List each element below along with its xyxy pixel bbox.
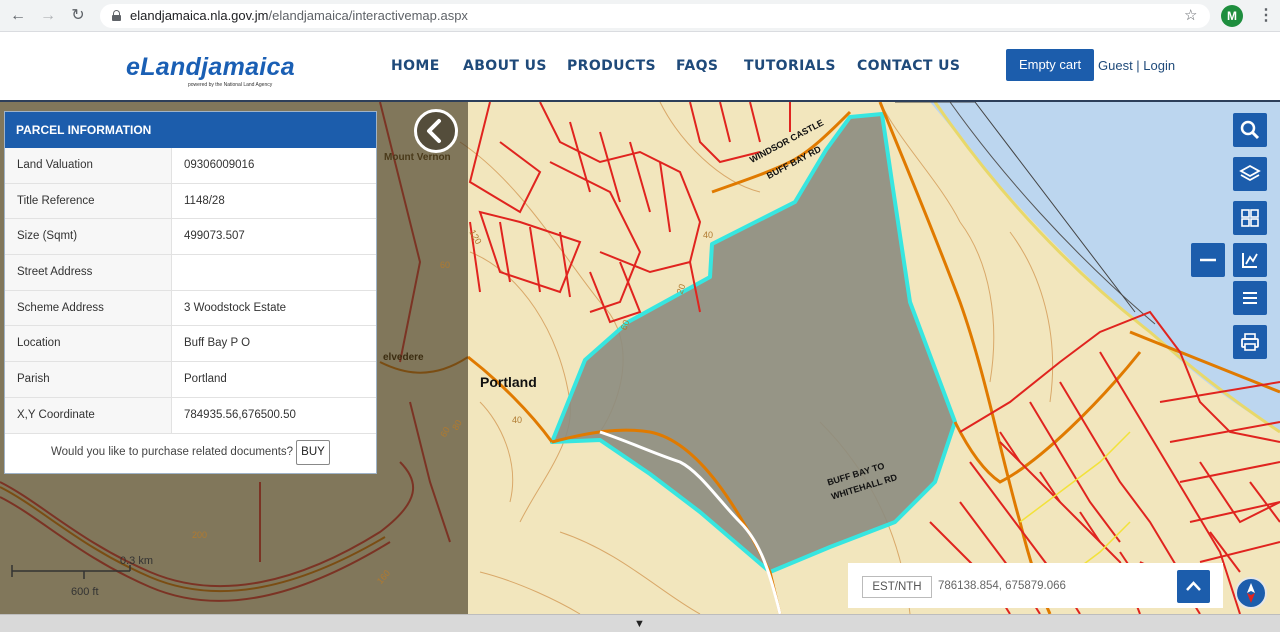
parcel-row: Scheme Address 3 Woodstock Estate [5, 290, 376, 327]
basemap-button[interactable] [1233, 201, 1267, 235]
lock-icon [112, 10, 121, 21]
layers-icon [1239, 164, 1261, 182]
nav-faqs[interactable]: FAQS [676, 58, 718, 74]
interactive-map[interactable]: Portland elvedere Mount Vernon WINDSOR C… [0, 102, 1280, 614]
print-icon [1241, 333, 1259, 351]
address-bar[interactable]: elandjamaica.nla.gov.jm/elandjamaica/int… [100, 4, 1210, 28]
contour-label-40a: 40 [703, 230, 714, 240]
list-button[interactable] [1233, 281, 1267, 315]
collapse-panel-button[interactable] [414, 109, 458, 153]
chevron-down-icon[interactable]: ▼ [634, 618, 645, 630]
measure-icon [1242, 253, 1258, 268]
browser-menu-icon[interactable]: ⋮ [1258, 5, 1274, 25]
parcel-row: Title Reference 1148/28 [5, 183, 376, 220]
parcel-row: Location Buff Bay P O [5, 326, 376, 363]
url-text: elandjamaica.nla.gov.jm/elandjamaica/int… [130, 8, 468, 23]
empty-cart-button[interactable]: Empty cart [1006, 49, 1094, 81]
contour-label-60a: 60 [440, 260, 451, 270]
map-label-portland: Portland [480, 374, 537, 390]
measure-button[interactable] [1233, 243, 1267, 277]
contour-label-200: 200 [192, 530, 208, 540]
bookmark-star-icon[interactable]: ☆ [1184, 6, 1197, 24]
compass-icon [1247, 583, 1255, 603]
parcel-row: Size (Sqmt) 499073.507 [5, 219, 376, 256]
expand-coordinates-button[interactable] [1177, 570, 1210, 603]
parcel-panel-title: PARCEL INFORMATION [5, 112, 376, 148]
purchase-question: Would you like to purchase related docum… [51, 446, 294, 458]
map-scale-bar: 0.3 km 600 ft [10, 555, 170, 598]
parcel-row: Land Valuation 09306009016 [5, 148, 376, 184]
nav-home[interactable]: HOME [391, 58, 440, 74]
back-arrow-icon[interactable]: ← [8, 6, 28, 26]
parcel-row: X,Y Coordinate 784935.56,676500.50 [5, 397, 376, 434]
search-icon [1240, 120, 1260, 140]
chevron-left-icon [427, 119, 441, 143]
coordinate-system-label[interactable]: EST/NTH [862, 576, 932, 598]
purchase-prompt: Would you like to purchase related docum… [5, 432, 376, 473]
basemap-icon [1241, 209, 1259, 227]
buy-button[interactable]: BUY [296, 440, 330, 465]
bottom-panel-toggle[interactable]: ▼ [0, 614, 1280, 632]
nav-tutorials[interactable]: TUTORIALS [744, 58, 836, 74]
nav-products[interactable]: PRODUCTS [567, 58, 656, 74]
coordinate-value: 786138.854, 675879.066 [938, 580, 1066, 592]
compass-button[interactable] [1235, 577, 1267, 609]
forward-arrow-icon[interactable]: → [38, 6, 58, 26]
profile-avatar[interactable]: M [1221, 5, 1243, 27]
minus-icon [1200, 258, 1216, 262]
print-button[interactable] [1233, 325, 1267, 359]
chevron-up-icon [1186, 581, 1201, 591]
layers-button[interactable] [1233, 157, 1267, 191]
site-logo[interactable]: eLandjamaica powered by the National Lan… [126, 53, 295, 88]
zoom-out-button[interactable] [1191, 243, 1225, 277]
nav-about-us[interactable]: ABOUT US [463, 58, 547, 74]
list-icon [1243, 292, 1257, 304]
coordinate-readout: EST/NTH 786138.854, 675879.066 [848, 563, 1223, 608]
site-header: eLandjamaica powered by the National Lan… [0, 32, 1280, 102]
reload-icon[interactable]: ↻ [68, 6, 88, 26]
guest-login-link[interactable]: Guest | Login [1098, 58, 1175, 73]
parcel-row: Parish Portland [5, 362, 376, 398]
browser-toolbar: ← → ↻ elandjamaica.nla.gov.jm/elandjamai… [0, 0, 1280, 32]
map-search-button[interactable] [1233, 113, 1267, 147]
map-label-belvedere: elvedere [383, 352, 424, 363]
nav-contact-us[interactable]: CONTACT US [857, 58, 960, 74]
parcel-info-panel: PARCEL INFORMATION Land Valuation 0930600… [4, 111, 377, 474]
parcel-row: Street Address [5, 255, 376, 291]
contour-label-40b: 40 [512, 415, 523, 425]
